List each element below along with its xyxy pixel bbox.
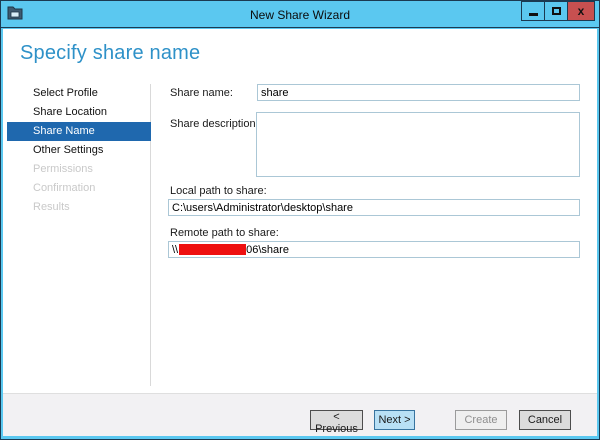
sidebar-item-results: Results: [3, 198, 151, 217]
share-description-input[interactable]: [256, 112, 580, 177]
window-title: New Share Wizard: [1, 1, 599, 28]
titlebar: New Share Wizard x: [1, 1, 599, 28]
sidebar-item-other-settings[interactable]: Other Settings: [3, 141, 151, 160]
new-share-wizard-window: New Share Wizard x Specify share name Se…: [0, 0, 600, 440]
window-controls: x: [522, 1, 595, 21]
maximize-button[interactable]: [544, 1, 568, 21]
maximize-icon: [552, 7, 561, 15]
minimize-button[interactable]: [521, 1, 545, 21]
share-name-label: Share name:: [170, 87, 233, 99]
sidebar-item-share-location[interactable]: Share Location: [3, 103, 151, 122]
create-button: Create: [455, 410, 507, 430]
remote-path-label: Remote path to share:: [170, 227, 279, 239]
sidebar-item-share-name[interactable]: Share Name: [7, 122, 151, 141]
remote-path-prefix: \\: [172, 244, 178, 256]
sidebar-item-permissions: Permissions: [3, 160, 151, 179]
local-path-input[interactable]: [168, 199, 580, 216]
cancel-button[interactable]: Cancel: [519, 410, 571, 430]
wizard-footer: < Previous Next > Create Cancel: [3, 393, 597, 436]
remote-path-suffix: 06\share: [246, 244, 289, 256]
sidebar-item-select-profile[interactable]: Select Profile: [3, 84, 151, 103]
share-name-input[interactable]: [257, 84, 580, 101]
local-path-label: Local path to share:: [170, 185, 267, 197]
wizard-steps-nav: Select Profile Share Location Share Name…: [3, 84, 151, 217]
minimize-icon: [529, 13, 538, 16]
remote-path-input[interactable]: \\ 06\share: [168, 241, 580, 258]
next-button[interactable]: Next >: [374, 410, 415, 430]
page-title: Specify share name: [20, 42, 200, 65]
close-icon: x: [578, 5, 585, 17]
redaction-block: [179, 244, 246, 255]
sidebar-item-confirmation: Confirmation: [3, 179, 151, 198]
previous-button[interactable]: < Previous: [310, 410, 363, 430]
wizard-body: Specify share name Select Profile Share …: [3, 29, 597, 436]
close-button[interactable]: x: [567, 1, 595, 21]
share-description-label: Share description:: [170, 118, 259, 130]
